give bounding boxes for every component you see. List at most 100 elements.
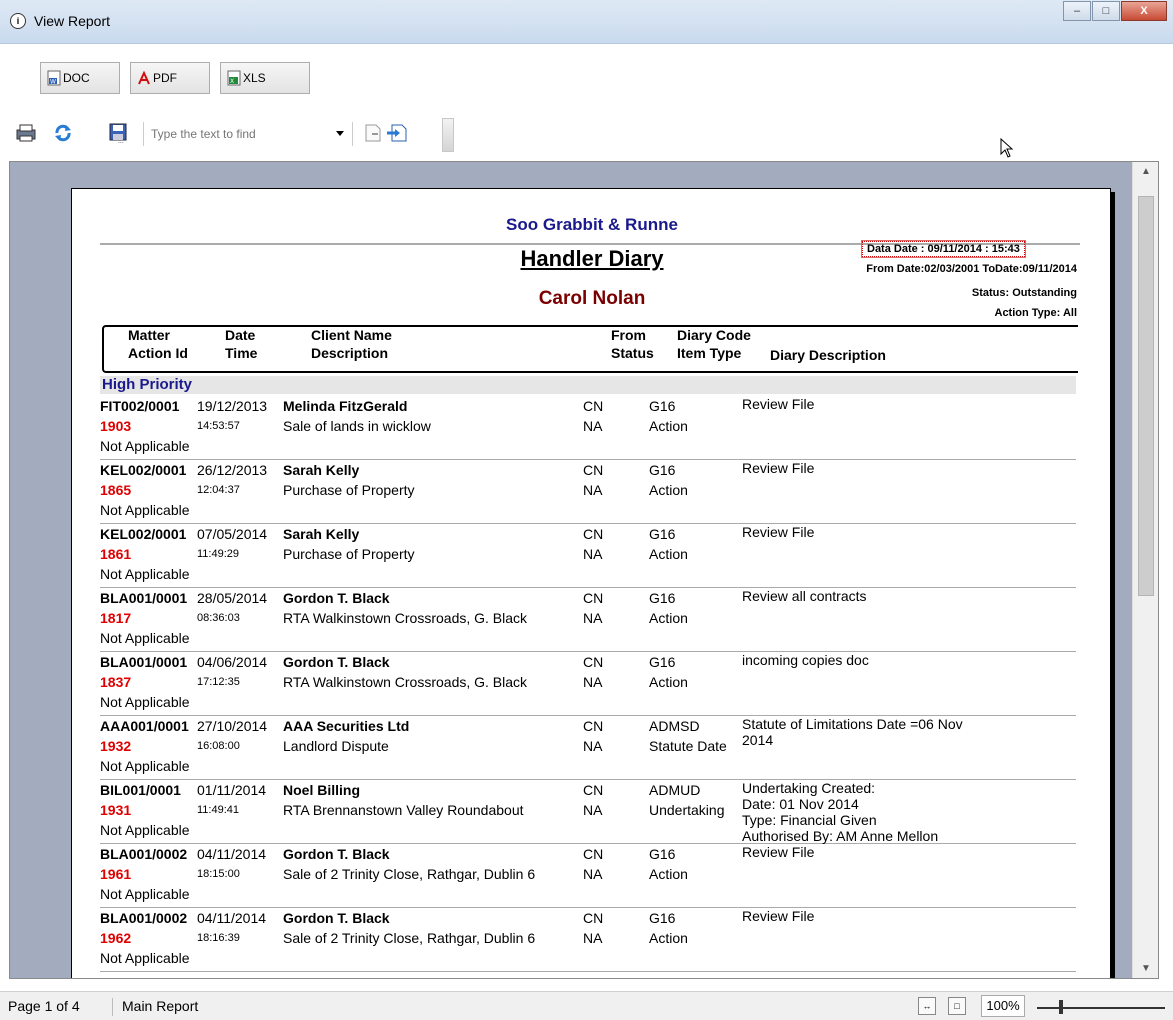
time-cell: 18:16:39 [197, 932, 240, 944]
close-button[interactable]: X [1121, 1, 1167, 21]
time-cell: 14:53:57 [197, 420, 240, 432]
client-name-cell: Sarah Kelly [283, 526, 360, 542]
export-xls-button[interactable]: X XLS [220, 62, 310, 94]
from-cell: CN [583, 590, 604, 606]
from-cell: CN [583, 718, 604, 734]
diary-code-cell: G16 [649, 462, 676, 478]
table-row: KEL002/0001 1865 Not Applicable 26/12/2013 1… [100, 460, 1076, 524]
section-name: Main Report [122, 998, 199, 1014]
time-cell: 11:49:29 [197, 548, 240, 560]
svg-text:W: W [50, 79, 56, 86]
item-type-cell: Undertaking [649, 802, 725, 818]
applicability-cell: Not Applicable [100, 886, 190, 902]
time-cell: 18:15:00 [197, 868, 240, 880]
table-row: FIT002/0001 1903 Not Applicable 19/12/2013 1… [100, 396, 1076, 460]
description-cell: Landlord Dispute [283, 738, 389, 754]
prev-page-icon[interactable] [362, 123, 384, 143]
matter-cell: KEL002/0001 [100, 526, 187, 542]
action-id-cell: 1961 [100, 866, 132, 882]
handler-name: Carol Nolan [538, 288, 646, 309]
diary-code-cell: ADMUD [649, 782, 701, 798]
diary-code-cell: G16 [649, 526, 676, 542]
xls-icon: X [227, 70, 241, 86]
table-row: BLA001/0001 1837 Not Applicable 04/06/2014 1… [100, 652, 1076, 716]
diary-description-cell: Statute of Limitations Date =06 Nov [742, 716, 963, 732]
from-cell: CN [583, 398, 604, 414]
refresh-icon[interactable] [52, 123, 74, 143]
action-id-cell: 1865 [100, 482, 132, 498]
status-separator [112, 998, 113, 1016]
header-date: Date [225, 327, 256, 343]
group-header: High Priority [100, 376, 1076, 394]
zoom-level[interactable]: 100% [981, 995, 1025, 1017]
status-cell: NA [583, 418, 603, 434]
export-xls-label: XLS [243, 71, 266, 85]
scrollbar-thumb[interactable] [1138, 196, 1154, 596]
export-bar: W DOC PDF X XLS [0, 44, 1173, 104]
action-id-cell: 1931 [100, 802, 132, 818]
from-cell: CN [583, 782, 604, 798]
diary-description-cell: 2014 [742, 732, 774, 748]
report-canvas: Soo Grabbit & Runne Handler Diary Carol … [10, 162, 1132, 978]
action-id-cell: 1861 [100, 546, 132, 562]
description-cell: Purchase of Property [283, 546, 415, 562]
doc-icon: W [47, 70, 61, 86]
search-input[interactable] [145, 123, 335, 145]
export-pdf-button[interactable]: PDF [130, 62, 210, 94]
matter-cell: BLA001/0001 [100, 654, 188, 670]
item-type-cell: Action [649, 482, 688, 498]
toolbar-overflow-grip[interactable] [442, 118, 454, 152]
header-description: Description [311, 345, 389, 361]
time-cell: 12:04:37 [197, 484, 240, 496]
zoom-slider[interactable] [1037, 1007, 1165, 1009]
header-item-type: Item Type [677, 345, 742, 361]
search-dropdown-icon[interactable] [336, 131, 344, 136]
diary-description-cell: Type: Financial Given [742, 812, 877, 828]
minimize-button[interactable]: – [1063, 1, 1091, 21]
from-cell: CN [583, 910, 604, 926]
date-cell: 04/11/2014 [197, 910, 267, 926]
time-cell: 11:49:41 [197, 804, 240, 816]
table-row: BIL001/0001 1931 Not Applicable 01/11/2014 1… [100, 780, 1076, 844]
item-type-cell: Action [649, 418, 688, 434]
status-cell: NA [583, 738, 603, 754]
date-cell: 04/06/2014 [197, 654, 268, 670]
table-row: AAA001/0001 1932 Not Applicable 27/10/2014 1… [100, 716, 1076, 780]
scroll-down-icon[interactable]: ▼ [1141, 963, 1151, 974]
export-doc-label: DOC [63, 71, 90, 85]
client-name-cell: Melinda FitzGerald [283, 398, 408, 414]
vertical-scrollbar[interactable]: ▲ ▼ [1132, 162, 1158, 978]
report-viewer: Soo Grabbit & Runne Handler Diary Carol … [9, 161, 1159, 979]
print-icon[interactable] [15, 123, 37, 143]
zoom-slider-thumb[interactable] [1059, 1000, 1063, 1014]
window-controls: – □ X [1062, 1, 1167, 21]
header-time: Time [225, 345, 258, 361]
fit-page-icon[interactable]: □ [948, 997, 966, 1015]
header-diary-description: Diary Description [770, 347, 886, 363]
save-icon[interactable]: ... [108, 123, 130, 145]
client-name-cell: Sarah Kelly [283, 462, 360, 478]
date-cell: 04/11/2014 [197, 846, 267, 862]
next-page-icon[interactable] [386, 123, 408, 143]
pdf-icon [137, 70, 151, 86]
description-cell: RTA Walkinstown Crossroads, G. Black [283, 610, 528, 626]
scroll-up-icon[interactable]: ▲ [1141, 166, 1151, 177]
fit-width-icon[interactable]: ↔ [918, 997, 936, 1015]
maximize-button[interactable]: □ [1092, 1, 1120, 21]
client-name-cell: Gordon T. Black [283, 654, 390, 670]
header-action-id: Action Id [128, 345, 188, 361]
matter-cell: KEL002/0001 [100, 462, 187, 478]
time-cell: 17:12:35 [197, 676, 240, 688]
diary-description-cell: Review File [742, 524, 815, 540]
matter-cell: BLA001/0002 [100, 910, 188, 926]
app-icon: i [10, 13, 26, 29]
action-id-cell: 1837 [100, 674, 132, 690]
applicability-cell: Not Applicable [100, 438, 190, 454]
diary-code-cell: G16 [649, 846, 676, 862]
export-doc-button[interactable]: W DOC [40, 62, 120, 94]
client-name-cell: Noel Billing [283, 782, 360, 798]
status-bar: Page 1 of 4 Main Report ↔ □ 100% [0, 991, 1173, 1020]
header-diary-code: Diary Code [677, 327, 751, 343]
client-name-cell: Gordon T. Black [283, 846, 390, 862]
diary-description-cell: Review File [742, 460, 815, 476]
